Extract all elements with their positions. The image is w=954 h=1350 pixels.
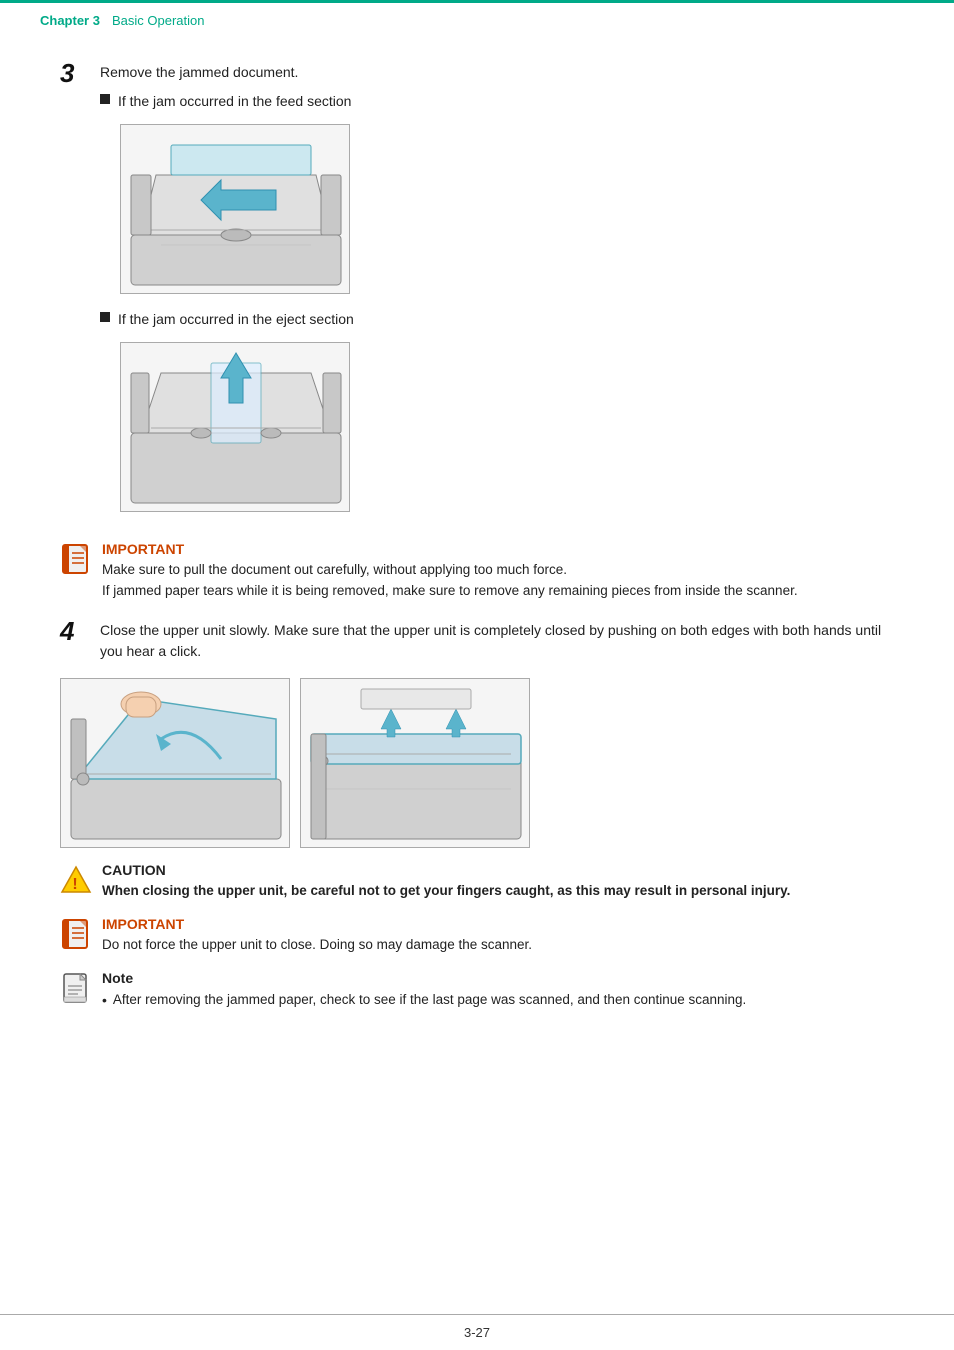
note-bullet-dot: • — [102, 990, 107, 1011]
page-header: Chapter 3 Basic Operation — [0, 0, 954, 34]
note-icon — [60, 972, 92, 1004]
page-number: 3-27 — [464, 1325, 490, 1340]
important-icon-2 — [60, 918, 92, 950]
feed-section-image — [120, 124, 350, 294]
note-bullet-item: • After removing the jammed paper, check… — [102, 990, 746, 1011]
important-notice-1-body: IMPORTANT Make sure to pull the document… — [102, 541, 798, 602]
chapter-label: Chapter 3 — [40, 13, 100, 28]
step-4-content: Close the upper unit slowly. Make sure t… — [100, 620, 894, 666]
step-3-text: Remove the jammed document. — [100, 62, 894, 83]
caution-icon: ! — [60, 864, 92, 896]
caution-title: CAUTION — [102, 862, 790, 878]
feed-section-image-container — [120, 124, 894, 297]
important-text-1a: Make sure to pull the document out caref… — [102, 560, 798, 581]
bullet-eject: If the jam occurred in the eject section — [100, 309, 894, 330]
eject-section-image-container — [120, 342, 894, 515]
eject-section-image — [120, 342, 350, 512]
important-text-1b: If jammed paper tears while it is being … — [102, 581, 798, 602]
note-notice: Note • After removing the jammed paper, … — [60, 970, 894, 1011]
bullet-square-icon — [100, 94, 110, 104]
note-body: Note • After removing the jammed paper, … — [102, 970, 746, 1011]
step-4-text: Close the upper unit slowly. Make sure t… — [100, 620, 894, 662]
scanner-close-image-1 — [60, 678, 290, 848]
note-bullet-text: After removing the jammed paper, check t… — [113, 990, 746, 1011]
note-title: Note — [102, 970, 746, 986]
caution-body: CAUTION When closing the upper unit, be … — [102, 862, 790, 902]
bullet-feed: If the jam occurred in the feed section — [100, 91, 894, 112]
caution-notice: ! CAUTION When closing the upper unit, b… — [60, 862, 894, 902]
svg-text:!: ! — [72, 876, 77, 893]
bullet-feed-text: If the jam occurred in the feed section — [118, 91, 351, 112]
step-3: 3 Remove the jammed document. If the jam… — [60, 62, 894, 527]
important-icon-1 — [60, 543, 92, 575]
important-notice-1: IMPORTANT Make sure to pull the document… — [60, 541, 894, 602]
step-4: 4 Close the upper unit slowly. Make sure… — [60, 620, 894, 666]
caution-text: When closing the upper unit, be careful … — [102, 881, 790, 902]
important-notice-2-body: IMPORTANT Do not force the upper unit to… — [102, 916, 532, 956]
header-title: Basic Operation — [112, 13, 205, 28]
step-4-number: 4 — [60, 618, 100, 644]
step-3-number: 3 — [60, 60, 100, 86]
important-notice-2: IMPORTANT Do not force the upper unit to… — [60, 916, 894, 956]
important-title-1: IMPORTANT — [102, 541, 798, 557]
page-footer: 3-27 — [0, 1314, 954, 1350]
main-content: 3 Remove the jammed document. If the jam… — [0, 34, 954, 1061]
scanner-close-image-2 — [300, 678, 530, 848]
important-title-2: IMPORTANT — [102, 916, 532, 932]
step-3-content: Remove the jammed document. If the jam o… — [100, 62, 894, 527]
step-4-images — [60, 678, 894, 848]
important-text-2: Do not force the upper unit to close. Do… — [102, 935, 532, 956]
bullet-eject-text: If the jam occurred in the eject section — [118, 309, 354, 330]
bullet-square-icon-2 — [100, 312, 110, 322]
